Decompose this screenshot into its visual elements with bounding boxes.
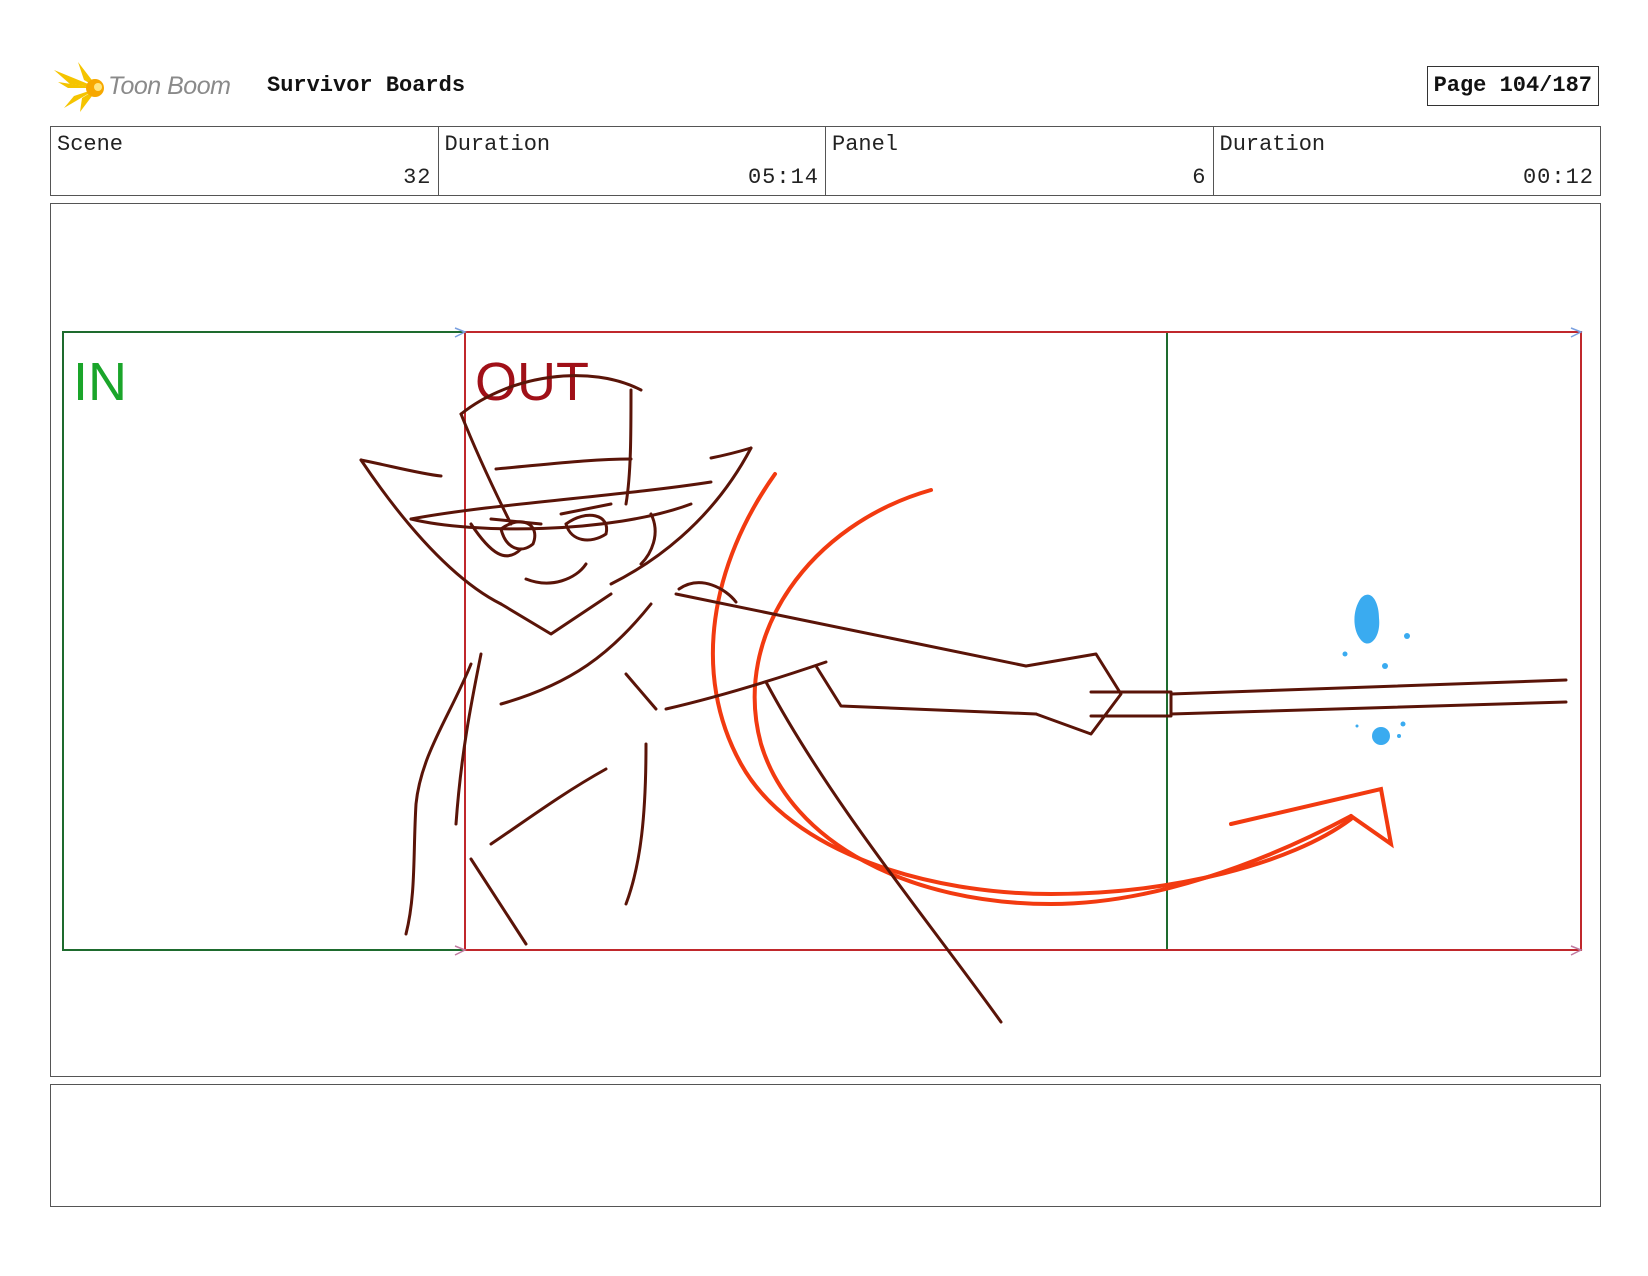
scene-value: 32 [403, 165, 432, 190]
storyboard-panel: IN OUT [50, 203, 1601, 1077]
in-frame [62, 331, 466, 951]
scene-duration-value: 05:14 [747, 165, 819, 190]
character-sketch [359, 374, 1568, 1024]
panel-value: 6 [1192, 165, 1207, 190]
out-frame [464, 331, 1582, 951]
starburst-logo-icon [54, 62, 104, 112]
panel-duration-label: Duration [1219, 132, 1326, 157]
scene-info-table: Scene 32 Duration 05:14 Panel 6 Duration… [50, 126, 1601, 196]
scene-duration-cell: Duration 05:14 [439, 127, 826, 195]
in-label: IN [73, 352, 127, 412]
panel-drawing: IN OUT [62, 327, 1583, 1024]
water-splash [1342, 594, 1410, 745]
panel-duration-cell: Duration 00:12 [1214, 127, 1601, 195]
scene-cell: Scene 32 [51, 127, 439, 195]
toon-boom-logo: Toon Boom [52, 60, 252, 112]
notes-box [50, 1084, 1601, 1207]
panel-duration-value: 00:12 [1522, 165, 1594, 190]
scene-label: Scene [57, 132, 124, 157]
panel-cell: Panel 6 [826, 127, 1214, 195]
board-header: Toon Boom Survivor Boards Page 104/187 [52, 56, 1602, 112]
scene-duration-label: Duration [444, 132, 551, 157]
panel-label: Panel [832, 132, 899, 157]
logo-wordmark: Toon Boom [108, 72, 231, 100]
board-title: Survivor Boards [267, 73, 466, 98]
page-indicator: Page 104/187 [1426, 66, 1599, 106]
